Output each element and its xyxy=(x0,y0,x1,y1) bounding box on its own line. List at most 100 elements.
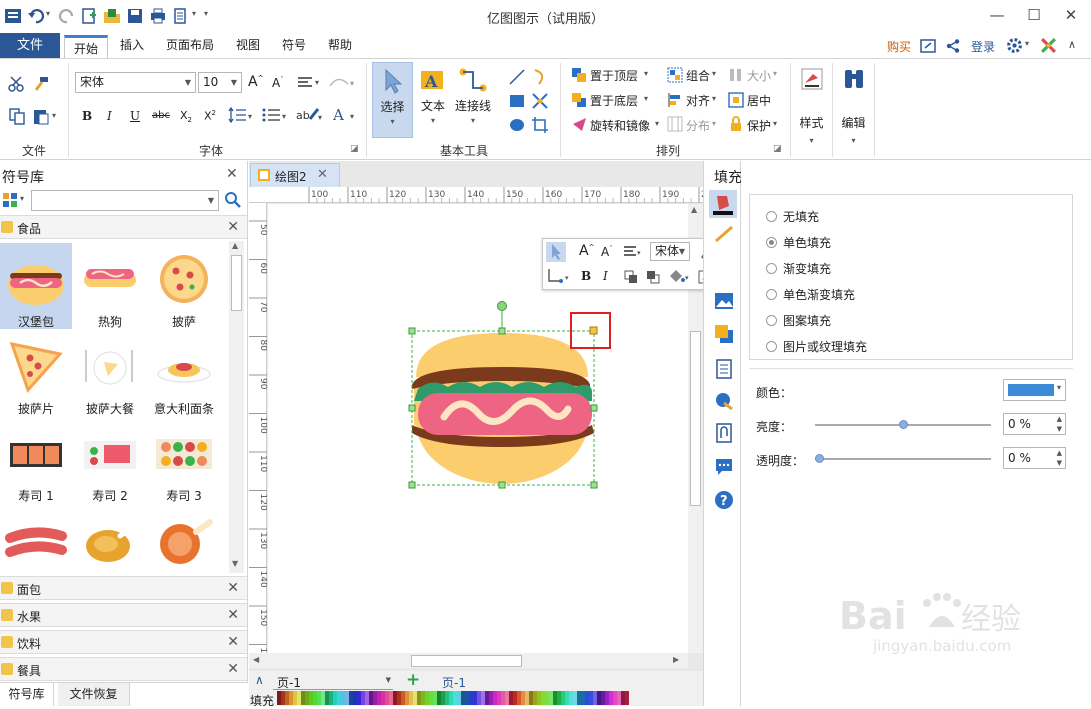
chevron-down-icon[interactable]: ▾ xyxy=(712,69,716,78)
protect-label[interactable]: 保护 xyxy=(747,117,771,134)
align-text-icon[interactable] xyxy=(297,76,313,90)
brightness-input[interactable]: 0 % ▲ ▼ xyxy=(1003,413,1066,435)
scroll-left-icon[interactable]: ◀ xyxy=(253,655,259,664)
search-icon[interactable] xyxy=(224,191,242,209)
mini-font-combo[interactable]: 宋体 ▼ xyxy=(650,242,690,261)
close-icon[interactable]: ✕ xyxy=(227,607,239,623)
fill-option-pattern[interactable]: 图案填充 xyxy=(766,312,831,329)
italic-icon[interactable]: I xyxy=(107,109,112,123)
tab-view[interactable]: 视图 xyxy=(228,33,268,58)
symbol-item[interactable] xyxy=(74,504,146,573)
symbol-item[interactable]: 热狗 xyxy=(74,243,146,329)
resize-handle-se[interactable] xyxy=(590,481,598,489)
symbol-scrollbar[interactable]: ▲ ▼ xyxy=(229,241,244,573)
arrange-dialog-launcher-icon[interactable]: ◪ xyxy=(773,144,782,154)
tab-page-layout[interactable]: 页面布局 xyxy=(158,33,222,58)
bring-to-front-label[interactable]: 置于顶层 xyxy=(590,67,638,84)
page-properties-icon[interactable] xyxy=(714,359,734,379)
scrollbar-thumb[interactable] xyxy=(690,331,701,506)
rotation-handle[interactable] xyxy=(497,301,507,311)
minimize-button[interactable]: — xyxy=(987,5,1007,25)
shadow-panel-icon[interactable] xyxy=(714,324,734,344)
connector-tool-button[interactable]: 连接线 ▾ xyxy=(452,62,494,138)
lock-icon[interactable] xyxy=(728,116,744,132)
paste-dropdown-icon[interactable]: ▾ xyxy=(52,111,56,120)
mini-bring-front-icon[interactable] xyxy=(623,269,639,285)
text-highlight-icon[interactable]: ab ▾ xyxy=(296,106,324,124)
horizontal-scrollbar[interactable]: ◀ ▶ xyxy=(249,653,688,668)
group-icon[interactable] xyxy=(667,67,683,83)
scrollbar-thumb[interactable] xyxy=(411,655,522,667)
mini-grow-font-icon[interactable]: A^ xyxy=(579,243,594,259)
line-panel-icon[interactable] xyxy=(714,225,734,243)
scroll-down-icon[interactable]: ▼ xyxy=(232,559,238,568)
tab-symbol-library[interactable]: 符号库 xyxy=(0,683,54,706)
attachment-icon[interactable] xyxy=(714,423,734,443)
align-icon[interactable] xyxy=(667,92,683,108)
send-to-back-icon[interactable] xyxy=(571,92,587,108)
tab-insert[interactable]: 插入 xyxy=(112,33,152,58)
underline-icon[interactable]: U xyxy=(130,109,140,123)
resize-handle-w[interactable] xyxy=(408,404,416,412)
format-painter-icon[interactable] xyxy=(32,75,50,93)
chevron-down-icon[interactable]: ▾ xyxy=(712,119,716,128)
tab-symbol[interactable]: 符号 xyxy=(274,33,314,58)
close-icon[interactable]: ✕ xyxy=(227,219,239,235)
cut-icon[interactable] xyxy=(8,75,26,93)
rotate-mirror-label[interactable]: 旋转和镜像 xyxy=(590,117,650,134)
category-header-bread[interactable]: 面包 ✕ xyxy=(0,576,247,600)
spinner-icon[interactable]: ▲ ▼ xyxy=(1057,414,1062,434)
symbol-item[interactable] xyxy=(0,504,72,573)
share-icon[interactable] xyxy=(945,38,961,54)
ellipse-tool-icon[interactable] xyxy=(508,116,526,134)
library-menu-dropdown-icon[interactable]: ▾ xyxy=(20,194,24,203)
symbol-item[interactable]: 汉堡包 xyxy=(0,243,72,329)
color-picker[interactable]: ▾ xyxy=(1003,379,1066,401)
resize-handle-e[interactable] xyxy=(590,404,598,412)
add-page-icon[interactable]: + xyxy=(406,670,420,690)
paste-icon[interactable] xyxy=(32,107,50,125)
strikethrough-icon[interactable]: abc xyxy=(152,110,170,121)
share-window-icon[interactable] xyxy=(920,38,936,54)
tab-file-recovery[interactable]: 文件恢复 xyxy=(58,683,130,706)
fill-option-solid[interactable]: 单色填充 xyxy=(766,234,831,251)
fill-panel-button[interactable] xyxy=(709,190,737,218)
close-icon[interactable]: ✕ xyxy=(227,661,239,677)
shrink-font-icon[interactable]: Aˇ xyxy=(272,76,284,90)
group-label[interactable]: 组合 xyxy=(686,67,710,84)
symbol-search-input[interactable]: ▼ xyxy=(31,190,219,211)
resize-handle-nw[interactable] xyxy=(408,327,416,335)
symbol-item[interactable]: 披萨大餐 xyxy=(74,330,146,416)
slider-thumb[interactable] xyxy=(815,454,824,463)
chevron-down-icon[interactable]: ▾ xyxy=(773,119,777,128)
resize-handle-sw[interactable] xyxy=(408,481,416,489)
settings-dropdown-icon[interactable]: ▾ xyxy=(1025,39,1029,48)
center-icon[interactable] xyxy=(728,92,744,108)
mini-shrink-font-icon[interactable]: Aˇ xyxy=(601,245,613,259)
slider-thumb[interactable] xyxy=(899,420,908,429)
category-header-fruit[interactable]: 水果 ✕ xyxy=(0,603,247,627)
edit-button[interactable]: 编辑 ▾ xyxy=(835,62,872,152)
font-color-icon[interactable]: A ▾ xyxy=(332,106,360,124)
align-dropdown-icon[interactable]: ▾ xyxy=(315,78,319,87)
fill-option-gradient[interactable]: 渐变填充 xyxy=(766,260,831,277)
resize-handle-n[interactable] xyxy=(498,327,506,335)
mini-select-button[interactable] xyxy=(546,242,566,262)
buy-link[interactable]: 购买 xyxy=(887,38,911,55)
image-panel-icon[interactable] xyxy=(714,291,734,311)
scroll-right-icon[interactable]: ▶ xyxy=(673,655,679,664)
align-label[interactable]: 对齐 xyxy=(686,92,710,109)
chevron-down-icon[interactable]: ▾ xyxy=(644,69,648,78)
category-header-food[interactable]: 食品 ✕ xyxy=(0,215,247,239)
symbol-item[interactable]: 披萨 xyxy=(148,243,220,329)
page-tab[interactable]: 页-1 xyxy=(442,674,466,691)
mini-align-icon[interactable]: ▾ xyxy=(623,246,645,258)
select-tool-button[interactable]: 选择 ▾ xyxy=(372,62,413,138)
arc-tool-icon[interactable] xyxy=(531,68,549,86)
bring-to-front-icon[interactable] xyxy=(571,67,587,83)
close-icon[interactable]: ✕ xyxy=(227,634,239,650)
send-to-back-label[interactable]: 置于底层 xyxy=(590,92,638,109)
style-button[interactable]: 样式 ▾ xyxy=(793,62,830,152)
comment-icon[interactable] xyxy=(714,457,734,477)
help-icon[interactable]: ? xyxy=(714,490,734,510)
